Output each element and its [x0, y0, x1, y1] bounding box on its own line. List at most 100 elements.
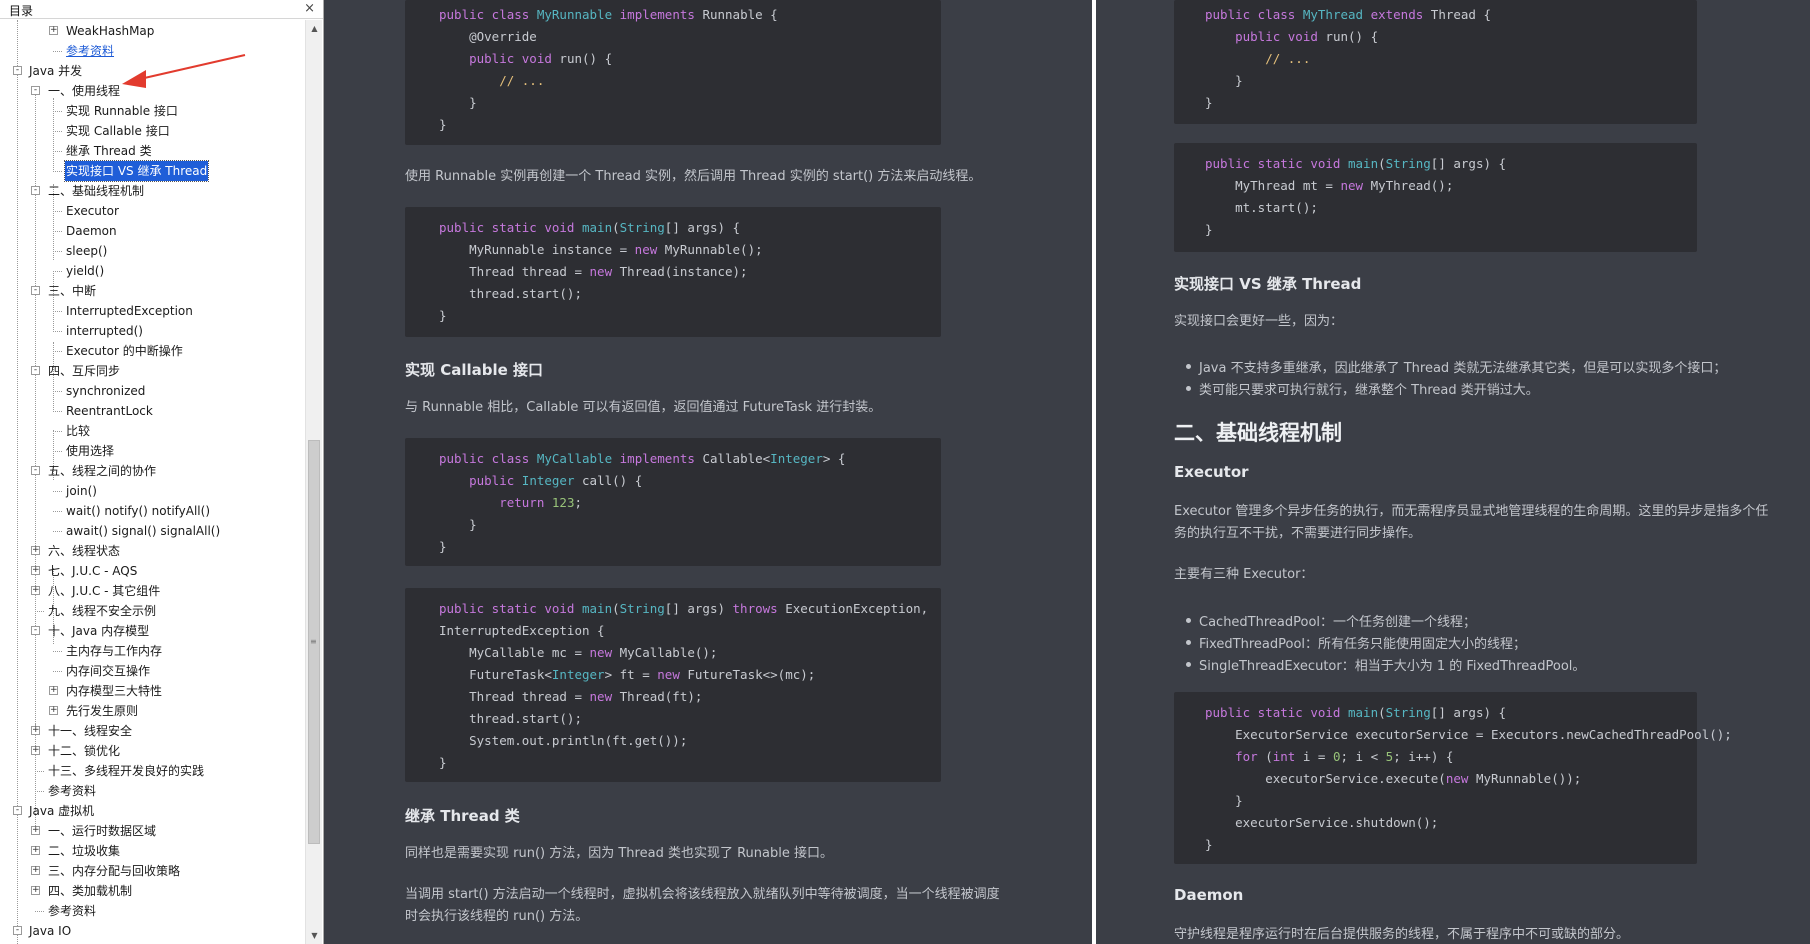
toc-item-label[interactable]: await() signal() signalAll(): [65, 521, 221, 541]
toc-item[interactable]: + 四、类加载机制: [0, 881, 300, 901]
toc-item-label[interactable]: join(): [65, 481, 98, 501]
collapse-icon[interactable]: -: [31, 626, 40, 635]
toc-item[interactable]: Daemon: [0, 221, 300, 241]
toc-item-label[interactable]: 主内存与工作内存: [65, 641, 163, 661]
toc-item[interactable]: - Java IO: [0, 921, 300, 941]
toc-item-label[interactable]: 实现 Callable 接口: [65, 121, 171, 141]
toc-item[interactable]: join(): [0, 481, 300, 501]
toc-item[interactable]: - Java 并发: [0, 61, 300, 81]
toc-item[interactable]: 继承 Thread 类: [0, 141, 300, 161]
expand-icon[interactable]: +: [49, 26, 58, 35]
toc-item-label[interactable]: 十、Java 内存模型: [47, 621, 150, 641]
expand-icon[interactable]: +: [31, 726, 40, 735]
toc-item[interactable]: + 七、J.U.C - AQS: [0, 561, 300, 581]
toc-item-label[interactable]: sleep(): [65, 241, 108, 261]
toc-item[interactable]: + 十二、锁优化: [0, 741, 300, 761]
toc-item-label[interactable]: 一、使用线程: [47, 81, 121, 101]
toc-item[interactable]: synchronized: [0, 381, 300, 401]
toc-item-label[interactable]: 内存模型三大特性: [65, 681, 163, 701]
toc-item-label[interactable]: 实现 Runnable 接口: [65, 101, 179, 121]
collapse-icon[interactable]: -: [13, 66, 22, 75]
expand-icon[interactable]: +: [31, 866, 40, 875]
toc-item[interactable]: await() signal() signalAll(): [0, 521, 300, 541]
collapse-icon[interactable]: -: [13, 806, 22, 815]
toc-item-label[interactable]: wait() notify() notifyAll(): [65, 501, 211, 521]
toc-item-label[interactable]: 六、线程状态: [47, 541, 121, 561]
toc-item-label[interactable]: 十一、线程安全: [47, 721, 133, 741]
toc-item-label[interactable]: 继承 Thread 类: [65, 141, 153, 161]
toc-item[interactable]: 实现 Runnable 接口: [0, 101, 300, 121]
toc-item-label[interactable]: Executor: [65, 201, 120, 221]
toc-item-label[interactable]: 四、互斥同步: [47, 361, 121, 381]
toc-item-label[interactable]: 先行发生原则: [65, 701, 139, 721]
toc-item[interactable]: 实现 Callable 接口: [0, 121, 300, 141]
collapse-icon[interactable]: -: [13, 926, 22, 935]
toc-item-label[interactable]: 八、J.U.C - 其它组件: [47, 581, 161, 601]
toc-item[interactable]: wait() notify() notifyAll(): [0, 501, 300, 521]
toc-item[interactable]: 参考资料: [0, 781, 300, 801]
toc-item[interactable]: - 二、基础线程机制: [0, 181, 300, 201]
collapse-icon[interactable]: -: [31, 186, 40, 195]
expand-icon[interactable]: +: [31, 546, 40, 555]
toc-item[interactable]: - 五、线程之间的协作: [0, 461, 300, 481]
toc-item[interactable]: 十三、多线程开发良好的实践: [0, 761, 300, 781]
toc-item-label[interactable]: Executor 的中断操作: [65, 341, 184, 361]
toc-item-label[interactable]: 内存间交互操作: [65, 661, 151, 681]
toc-item-label[interactable]: interrupted(): [65, 321, 144, 341]
toc-item[interactable]: + 一、运行时数据区域: [0, 821, 300, 841]
toc-item[interactable]: + 内存模型三大特性: [0, 681, 300, 701]
toc-item[interactable]: + 先行发生原则: [0, 701, 300, 721]
toc-item[interactable]: ReentrantLock: [0, 401, 300, 421]
toc-item[interactable]: yield(): [0, 261, 300, 281]
toc-item[interactable]: - 三、中断: [0, 281, 300, 301]
collapse-icon[interactable]: -: [31, 86, 40, 95]
toc-item-label[interactable]: 实现接口 VS 继承 Thread: [63, 160, 210, 182]
toc-item[interactable]: - 一、使用线程: [0, 81, 300, 101]
toc-item[interactable]: Executor: [0, 201, 300, 221]
close-icon[interactable]: ×: [304, 1, 315, 16]
toc-item[interactable]: + 六、线程状态: [0, 541, 300, 561]
toc-item[interactable]: 使用选择: [0, 441, 300, 461]
toc-item-label[interactable]: 五、线程之间的协作: [47, 461, 157, 481]
toc-item[interactable]: + 八、J.U.C - 其它组件: [0, 581, 300, 601]
content-pane-right[interactable]: public class MyThread extends Thread { p…: [1096, 0, 1810, 944]
collapse-icon[interactable]: -: [31, 466, 40, 475]
toc-item-label[interactable]: 一、运行时数据区域: [47, 821, 157, 841]
expand-icon[interactable]: +: [31, 886, 40, 895]
toc-item-label[interactable]: 九、线程不安全示例: [47, 601, 157, 621]
toc-item-label[interactable]: 三、中断: [47, 281, 97, 301]
toc-item-label[interactable]: Java 并发: [28, 61, 83, 81]
toc-item[interactable]: 内存间交互操作: [0, 661, 300, 681]
expand-icon[interactable]: +: [31, 826, 40, 835]
toc-scrollbar[interactable]: ▲ ≡ ▼: [305, 20, 322, 944]
collapse-icon[interactable]: -: [31, 286, 40, 295]
toc-item-label[interactable]: yield(): [65, 261, 105, 281]
toc-item-label[interactable]: 参考资料: [47, 781, 97, 801]
toc-item-label[interactable]: Java IO: [28, 921, 72, 941]
toc-item-label[interactable]: 三、内存分配与回收策略: [47, 861, 181, 881]
toc-item[interactable]: - 四、互斥同步: [0, 361, 300, 381]
toc-item[interactable]: interrupted(): [0, 321, 300, 341]
toc-item[interactable]: 九、线程不安全示例: [0, 601, 300, 621]
toc-item[interactable]: + 十一、线程安全: [0, 721, 300, 741]
toc-item-label[interactable]: 比较: [65, 421, 91, 441]
toc-item-label[interactable]: 使用选择: [65, 441, 115, 461]
toc-item[interactable]: 参考资料: [0, 901, 300, 921]
scroll-up-icon[interactable]: ▲: [306, 20, 323, 37]
toc-item-label[interactable]: 二、垃圾收集: [47, 841, 121, 861]
toc-item-label[interactable]: Java 虚拟机: [28, 801, 95, 821]
toc-item[interactable]: 实现接口 VS 继承 Thread: [0, 160, 300, 182]
toc-item[interactable]: sleep(): [0, 241, 300, 261]
toc-item-label[interactable]: 二、基础线程机制: [47, 181, 145, 201]
toc-item[interactable]: InterruptedException: [0, 301, 300, 321]
collapse-icon[interactable]: -: [31, 366, 40, 375]
toc-item-label[interactable]: Daemon: [65, 221, 118, 241]
expand-icon[interactable]: +: [31, 586, 40, 595]
toc-item-label[interactable]: 七、J.U.C - AQS: [47, 561, 138, 581]
content-pane-left[interactable]: public class MyRunnable implements Runna…: [325, 0, 1092, 944]
toc-item[interactable]: 比较: [0, 421, 300, 441]
toc-item[interactable]: 参考资料: [0, 41, 300, 61]
toc-item[interactable]: + WeakHashMap: [0, 21, 300, 41]
toc-item[interactable]: + 三、内存分配与回收策略: [0, 861, 300, 881]
toc-item[interactable]: + 二、垃圾收集: [0, 841, 300, 861]
